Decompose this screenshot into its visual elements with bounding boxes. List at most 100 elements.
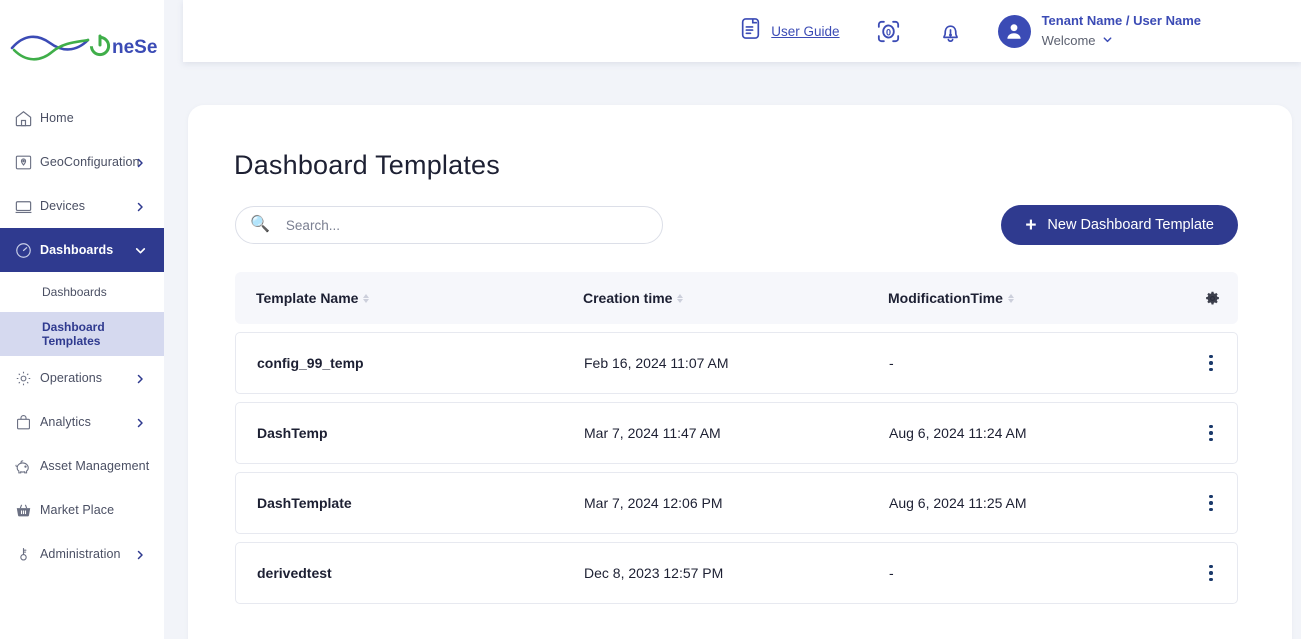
- chevron-right-icon: [134, 372, 146, 384]
- column-settings-button[interactable]: [1186, 290, 1238, 307]
- cell-template-name: DashTemp: [257, 425, 328, 441]
- sidebar-item-label: GeoConfiguration: [40, 155, 140, 169]
- cell-creation-time: Mar 7, 2024 12:06 PM: [584, 495, 723, 511]
- sidebar-subitem-dashboard-templates[interactable]: Dashboard Templates: [0, 312, 164, 356]
- sort-icon: [677, 293, 684, 303]
- scan-badge-count: 0: [886, 27, 891, 37]
- cell-modification-time: -: [889, 355, 894, 371]
- sidebar-item-label: Dashboards: [40, 243, 114, 257]
- sidebar-subitem-label: Dashboards: [42, 285, 107, 299]
- sidebar-item-label: Home: [40, 111, 74, 125]
- content-card: Dashboard Templates 🔍 + New Dashboard Te…: [188, 105, 1292, 639]
- sidebar-item-asset-management[interactable]: Asset Management: [0, 444, 164, 488]
- search-icon: 🔍: [250, 216, 270, 233]
- row-actions-button[interactable]: [1185, 354, 1237, 372]
- sidebar: neSense Home: [0, 0, 164, 639]
- sidebar-item-devices[interactable]: Devices: [0, 184, 164, 228]
- top-header-bar: User Guide 0 Tenant Name / User Name Wel…: [183, 0, 1301, 62]
- cell-creation-time: Mar 7, 2024 11:47 AM: [584, 425, 721, 441]
- key-icon: [14, 542, 40, 566]
- column-header-modification-time[interactable]: ModificationTime: [888, 290, 1186, 306]
- kebab-menu-icon: [1209, 424, 1213, 442]
- svg-text:neSense: neSense: [112, 37, 158, 58]
- chevron-down-icon: [134, 244, 146, 256]
- templates-table: Template Name Creation time Modification…: [235, 272, 1238, 604]
- sidebar-item-label: Operations: [40, 371, 103, 385]
- cell-creation-time: Feb 16, 2024 11:07 AM: [584, 355, 729, 371]
- cell-creation-time: Dec 8, 2023 12:57 PM: [584, 565, 724, 581]
- sidebar-item-analytics[interactable]: Analytics: [0, 400, 164, 444]
- cell-template-name: DashTemplate: [257, 495, 352, 511]
- sort-icon: [363, 293, 370, 303]
- gear-icon: [14, 366, 40, 390]
- chevron-right-icon: [134, 156, 146, 168]
- table-header-row: Template Name Creation time Modification…: [235, 272, 1238, 324]
- column-header-label: ModificationTime: [888, 290, 1003, 306]
- column-header-creation-time[interactable]: Creation time: [583, 290, 888, 306]
- cell-modification-time: -: [889, 565, 894, 581]
- user-guide-button[interactable]: User Guide: [738, 16, 840, 46]
- cell-modification-time: Aug 6, 2024 11:24 AM: [889, 425, 1027, 441]
- chevron-right-icon: [134, 200, 146, 212]
- new-dashboard-template-label: New Dashboard Template: [1047, 217, 1214, 233]
- table-row[interactable]: derivedtest Dec 8, 2023 12:57 PM -: [235, 542, 1238, 604]
- row-actions-button[interactable]: [1185, 564, 1237, 582]
- person-icon: [1007, 24, 1021, 39]
- plus-icon: +: [1025, 214, 1037, 236]
- kebab-menu-icon: [1209, 354, 1213, 372]
- new-dashboard-template-button[interactable]: + New Dashboard Template: [1001, 205, 1238, 245]
- search-input[interactable]: [285, 217, 648, 233]
- sidebar-subitem-dashboards[interactable]: Dashboards: [0, 272, 164, 312]
- search-box[interactable]: 🔍: [235, 206, 663, 244]
- basket-icon: [14, 498, 40, 522]
- chevron-right-icon: [134, 416, 146, 428]
- gear-icon: [1205, 291, 1219, 304]
- bag-icon: [14, 410, 40, 434]
- device-monitor-icon: [14, 194, 40, 218]
- brand-logo[interactable]: neSense: [0, 0, 164, 92]
- geo-pin-icon: [14, 150, 40, 174]
- kebab-menu-icon: [1209, 564, 1213, 582]
- page-title: Dashboard Templates: [234, 150, 500, 180]
- column-header-template-name[interactable]: Template Name: [256, 290, 583, 306]
- sidebar-item-administration[interactable]: Administration: [0, 532, 164, 576]
- row-actions-button[interactable]: [1185, 494, 1237, 512]
- chevron-down-icon: [1102, 31, 1113, 51]
- sidebar-item-label: Market Place: [40, 503, 115, 517]
- app-root: neSense Home: [0, 0, 1301, 639]
- user-guide-label[interactable]: User Guide: [771, 24, 839, 39]
- sidebar-item-label: Administration: [40, 547, 121, 561]
- onesense-logo-icon: neSense: [10, 34, 158, 61]
- sidebar-item-market-place[interactable]: Market Place: [0, 488, 164, 532]
- chevron-right-icon: [134, 548, 146, 560]
- sidebar-item-home[interactable]: Home: [0, 96, 164, 140]
- table-row[interactable]: DashTemp Mar 7, 2024 11:47 AM Aug 6, 202…: [235, 402, 1238, 464]
- welcome-row[interactable]: Welcome: [1042, 31, 1201, 51]
- piggy-bank-icon: [14, 454, 40, 478]
- column-header-label: Template Name: [256, 290, 359, 306]
- row-actions-button[interactable]: [1185, 424, 1237, 442]
- sidebar-nav: Home GeoConfiguration Devices Dashboards…: [0, 92, 164, 576]
- cell-modification-time: Aug 6, 2024 11:25 AM: [889, 495, 1027, 511]
- cell-template-name: config_99_temp: [257, 355, 364, 371]
- sidebar-item-operations[interactable]: Operations: [0, 356, 164, 400]
- sidebar-subitem-label: Dashboard Templates: [42, 320, 105, 348]
- home-icon: [14, 106, 40, 130]
- scan-badge-button[interactable]: 0: [874, 17, 903, 46]
- cell-template-name: derivedtest: [257, 565, 332, 581]
- sidebar-item-label: Analytics: [40, 415, 91, 429]
- sidebar-item-label: Asset Management: [40, 459, 150, 473]
- user-menu[interactable]: Tenant Name / User Name Welcome: [997, 11, 1201, 51]
- toolbar: 🔍 + New Dashboard Template: [235, 205, 1238, 245]
- table-row[interactable]: DashTemplate Mar 7, 2024 12:06 PM Aug 6,…: [235, 472, 1238, 534]
- column-header-label: Creation time: [583, 290, 673, 306]
- table-row[interactable]: config_99_temp Feb 16, 2024 11:07 AM -: [235, 332, 1238, 394]
- sidebar-item-dashboards[interactable]: Dashboards: [0, 228, 164, 272]
- notifications-button[interactable]: [937, 18, 964, 45]
- kebab-menu-icon: [1209, 494, 1213, 512]
- user-info: Tenant Name / User Name Welcome: [1042, 11, 1201, 51]
- document-icon: [738, 16, 763, 46]
- sidebar-item-label: Devices: [40, 199, 86, 213]
- scan-icon: 0: [877, 20, 899, 42]
- sidebar-item-geoconfiguration[interactable]: GeoConfiguration: [0, 140, 164, 184]
